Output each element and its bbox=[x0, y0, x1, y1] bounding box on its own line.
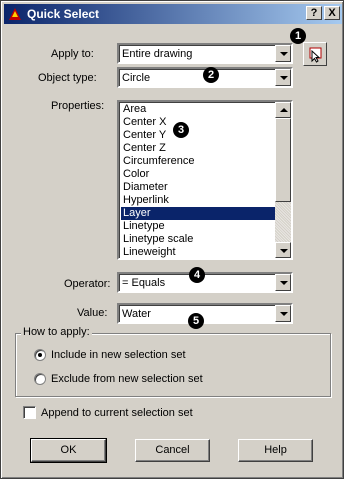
append-checkbox[interactable] bbox=[23, 406, 36, 419]
list-item[interactable]: Color bbox=[121, 168, 276, 181]
list-item[interactable]: Linetype scale bbox=[121, 233, 276, 246]
callout-4: 4 bbox=[189, 267, 205, 283]
properties-label: Properties: bbox=[51, 100, 105, 112]
list-item[interactable]: Linetype bbox=[121, 220, 276, 233]
apply-to-label: Apply to: bbox=[51, 48, 94, 60]
operator-value: = Equals bbox=[122, 277, 166, 289]
properties-list[interactable]: Area Center X Center Y Center Z Circumfe… bbox=[117, 100, 293, 260]
value-value: Water bbox=[122, 308, 151, 320]
callout-5: 5 bbox=[188, 313, 204, 329]
properties-scrollbar[interactable] bbox=[275, 102, 291, 258]
how-to-apply-group bbox=[15, 333, 331, 397]
apply-to-dropdown[interactable]: Entire drawing bbox=[117, 43, 293, 64]
object-type-label: Object type: bbox=[38, 72, 97, 84]
list-item[interactable]: Circumference bbox=[121, 155, 276, 168]
exclude-radio[interactable] bbox=[34, 373, 46, 385]
select-objects-icon bbox=[309, 47, 322, 63]
operator-dropdown[interactable]: = Equals bbox=[117, 272, 293, 293]
include-radio[interactable] bbox=[34, 349, 46, 361]
list-item-selected[interactable]: Layer bbox=[121, 207, 276, 220]
app-icon bbox=[9, 8, 21, 20]
list-item[interactable]: Center Z bbox=[121, 142, 276, 155]
select-objects-button[interactable] bbox=[303, 42, 327, 66]
value-dropdown[interactable]: Water bbox=[117, 303, 293, 324]
append-label[interactable]: Append to current selection set bbox=[41, 407, 193, 419]
callout-3: 3 bbox=[173, 122, 189, 138]
callout-1: 1 bbox=[290, 28, 306, 44]
operator-label: Operator: bbox=[64, 278, 111, 290]
ok-button[interactable]: OK bbox=[30, 438, 107, 463]
chevron-down-icon[interactable] bbox=[275, 305, 291, 322]
cancel-button[interactable]: Cancel bbox=[135, 439, 210, 462]
object-type-value: Circle bbox=[122, 72, 151, 84]
list-item[interactable]: Lineweight bbox=[121, 246, 276, 258]
how-to-apply-title: How to apply: bbox=[21, 326, 92, 338]
apply-to-value: Entire drawing bbox=[122, 48, 193, 60]
help-button[interactable]: Help bbox=[238, 439, 313, 462]
chevron-down-icon[interactable] bbox=[275, 69, 291, 86]
help-title-button[interactable]: ? bbox=[306, 6, 322, 20]
window-title: Quick Select bbox=[27, 7, 100, 21]
chevron-down-icon[interactable] bbox=[275, 45, 291, 62]
scroll-thumb[interactable] bbox=[275, 118, 291, 202]
list-item[interactable]: Area bbox=[121, 103, 276, 116]
title-bar[interactable]: Quick Select ? X bbox=[4, 4, 342, 24]
close-button[interactable]: X bbox=[324, 6, 340, 20]
value-label: Value: bbox=[77, 307, 108, 319]
exclude-label[interactable]: Exclude from new selection set bbox=[51, 373, 203, 385]
quick-select-dialog: Quick Select ? X Apply to: Entire drawin… bbox=[0, 0, 344, 479]
scroll-down-button[interactable] bbox=[275, 242, 291, 258]
list-item[interactable]: Diameter bbox=[121, 181, 276, 194]
scroll-up-button[interactable] bbox=[275, 102, 291, 118]
callout-2: 2 bbox=[203, 67, 219, 83]
list-item[interactable]: Hyperlink bbox=[121, 194, 276, 207]
list-item[interactable]: Center X bbox=[121, 116, 276, 129]
chevron-down-icon[interactable] bbox=[275, 274, 291, 291]
include-label[interactable]: Include in new selection set bbox=[51, 349, 186, 361]
list-item[interactable]: Center Y bbox=[121, 129, 276, 142]
